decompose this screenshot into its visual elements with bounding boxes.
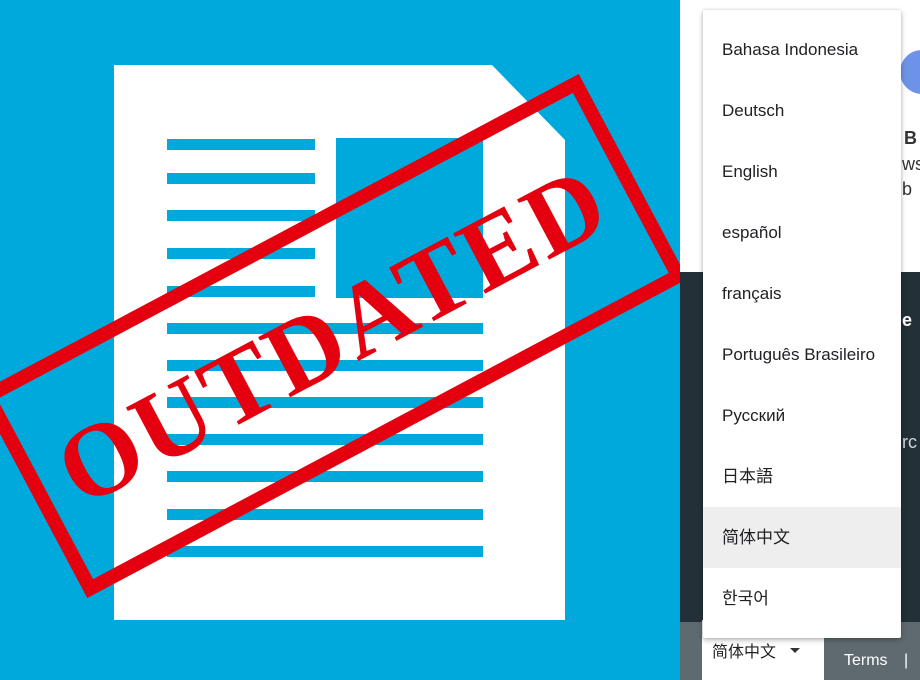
language-selector-value: 简体中文 [712, 644, 777, 661]
language-option-deutsch[interactable]: Deutsch [703, 80, 901, 141]
terms-link[interactable]: Terms [844, 652, 888, 670]
obscured-text-fragment: B [904, 128, 917, 148]
language-menu: Bahasa Indonesia Deutsch English español… [703, 10, 901, 638]
footer-separator: | [904, 652, 909, 669]
language-option-japanese[interactable]: 日本語 [703, 446, 901, 507]
obscured-text-fragment: rc [902, 432, 917, 452]
language-option-russian[interactable]: Русский [703, 385, 901, 446]
obscured-text-fragment: e [902, 310, 913, 330]
language-option-korean[interactable]: 한국어 [703, 568, 901, 629]
language-option-portugues-brasileiro[interactable]: Português Brasileiro [703, 324, 901, 385]
language-option-espanol[interactable]: español [703, 202, 901, 263]
language-option-francais[interactable]: français [703, 263, 901, 324]
avatar [900, 50, 920, 94]
language-option-simplified-chinese[interactable]: 简体中文 [703, 507, 901, 568]
outdated-illustration: OUTDATED [0, 0, 680, 680]
caret-down-icon [790, 647, 801, 653]
language-option-english[interactable]: English [703, 141, 901, 202]
obscured-text-fragment: ws [902, 154, 920, 174]
language-option-bahasa-indonesia[interactable]: Bahasa Indonesia [703, 19, 901, 80]
obscured-text-fragment: b [902, 179, 913, 199]
